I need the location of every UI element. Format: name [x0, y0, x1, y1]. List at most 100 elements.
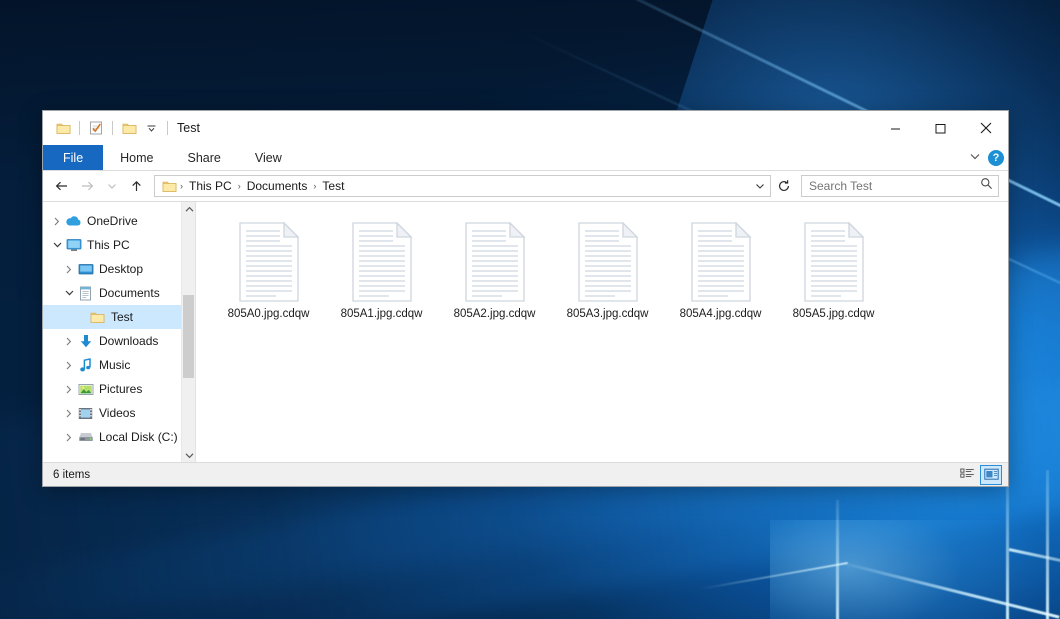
search-box[interactable] — [801, 175, 999, 197]
tab-file[interactable]: File — [43, 145, 103, 170]
sidebar-item-local-disk-c[interactable]: Local Disk (C:) — [43, 425, 195, 449]
minimize-button[interactable] — [873, 111, 918, 145]
pictures-icon — [77, 381, 94, 397]
download-icon — [77, 333, 94, 349]
file-name: 805A3.jpg.cdqw — [567, 308, 649, 320]
tab-share[interactable]: Share — [171, 145, 238, 170]
list-item[interactable]: 805A5.jpg.cdqw — [777, 218, 890, 326]
folder-icon — [89, 309, 106, 325]
scroll-down-arrow-icon[interactable] — [182, 448, 196, 462]
chevron-right-icon[interactable] — [61, 401, 77, 425]
details-view-button[interactable] — [956, 465, 978, 485]
navigation-pane: OneDrive This PC — [43, 202, 195, 462]
breadcrumb-folder-icon[interactable] — [159, 180, 179, 193]
chevron-down-icon[interactable] — [61, 281, 77, 305]
monitor-icon — [65, 237, 82, 253]
new-folder-icon[interactable] — [118, 117, 140, 139]
breadcrumb: › This PC › Documents › Test — [159, 179, 750, 193]
sidebar-item-this-pc[interactable]: This PC — [43, 233, 195, 257]
properties-icon[interactable] — [85, 117, 107, 139]
chevron-right-icon[interactable] — [61, 257, 77, 281]
document-icon — [802, 222, 866, 302]
list-item[interactable]: 805A3.jpg.cdqw — [551, 218, 664, 326]
breadcrumb-this-pc[interactable]: This PC — [184, 179, 237, 193]
file-name: 805A1.jpg.cdqw — [341, 308, 423, 320]
sidebar-item-label: Pictures — [99, 382, 142, 396]
tab-view[interactable]: View — [238, 145, 299, 170]
expand-ribbon-chevron-down-icon[interactable] — [968, 149, 982, 168]
sidebar-item-desktop[interactable]: Desktop — [43, 257, 195, 281]
qat-divider-2 — [112, 121, 113, 135]
item-count-label: 6 items — [53, 469, 90, 481]
sidebar-item-label: This PC — [87, 238, 130, 252]
window-title: Test — [177, 121, 200, 135]
navigation-scrollbar[interactable] — [181, 202, 195, 462]
recent-locations-chevron-down-icon[interactable] — [99, 174, 124, 198]
view-mode-buttons — [956, 465, 1002, 485]
sidebar-item-label: Videos — [99, 406, 135, 420]
scrollbar-thumb[interactable] — [183, 295, 194, 379]
sidebar-item-pictures[interactable]: Pictures — [43, 377, 195, 401]
chevron-right-icon[interactable] — [49, 209, 65, 233]
navigation-tree: OneDrive This PC — [43, 202, 195, 462]
search-input[interactable] — [809, 179, 980, 193]
search-icon[interactable] — [980, 177, 993, 195]
documents-icon — [77, 285, 94, 301]
help-icon[interactable]: ? — [988, 150, 1004, 166]
videos-icon — [77, 405, 94, 421]
file-name: 805A2.jpg.cdqw — [454, 308, 536, 320]
desktop-icon — [77, 261, 94, 277]
cloud-icon — [65, 213, 82, 229]
sidebar-item-downloads[interactable]: Downloads — [43, 329, 195, 353]
sidebar-item-music[interactable]: Music — [43, 353, 195, 377]
list-item[interactable]: 805A4.jpg.cdqw — [664, 218, 777, 326]
folder-icon[interactable] — [52, 117, 74, 139]
address-dropdown-chevron-down-icon[interactable] — [750, 176, 770, 196]
back-button[interactable] — [49, 174, 74, 198]
explorer-body: OneDrive This PC — [43, 201, 1008, 462]
title-bar: Test — [43, 111, 1008, 145]
close-button[interactable] — [963, 111, 1008, 145]
refresh-icon[interactable] — [771, 174, 796, 198]
window-controls — [873, 111, 1008, 145]
sidebar-item-label: Documents — [99, 286, 160, 300]
quick-access-toolbar — [43, 117, 173, 139]
maximize-button[interactable] — [918, 111, 963, 145]
list-item[interactable]: 805A1.jpg.cdqw — [325, 218, 438, 326]
sidebar-item-documents[interactable]: Documents — [43, 281, 195, 305]
status-bar: 6 items — [43, 462, 1008, 486]
scroll-up-arrow-icon[interactable] — [182, 202, 196, 216]
document-icon — [689, 222, 753, 302]
document-icon — [463, 222, 527, 302]
large-icons-view-button[interactable] — [980, 465, 1002, 485]
sidebar-item-videos[interactable]: Videos — [43, 401, 195, 425]
chevron-down-icon[interactable] — [140, 117, 162, 139]
sidebar-item-test[interactable]: Test — [43, 305, 195, 329]
chevron-right-icon[interactable] — [61, 377, 77, 401]
chevron-down-icon[interactable] — [49, 233, 65, 257]
list-item[interactable]: 805A2.jpg.cdqw — [438, 218, 551, 326]
sidebar-item-onedrive[interactable]: OneDrive — [43, 209, 195, 233]
file-explorer-window: Test File Home Share View — [42, 110, 1009, 487]
wallpaper-logo-beam-v3 — [1046, 470, 1049, 619]
forward-button[interactable] — [74, 174, 99, 198]
chevron-right-icon[interactable] — [61, 425, 77, 449]
list-item[interactable]: 805A0.jpg.cdqw — [212, 218, 325, 326]
breadcrumb-bar[interactable]: › This PC › Documents › Test — [154, 175, 771, 197]
qat-divider-3 — [167, 121, 168, 135]
chevron-right-icon[interactable] — [61, 329, 77, 353]
document-icon — [237, 222, 301, 302]
breadcrumb-test[interactable]: Test — [317, 179, 349, 193]
sidebar-item-label: Music — [99, 358, 130, 372]
breadcrumb-documents[interactable]: Documents — [242, 179, 313, 193]
file-name: 805A5.jpg.cdqw — [793, 308, 875, 320]
disk-icon — [77, 429, 94, 445]
up-button[interactable] — [124, 174, 149, 198]
sidebar-item-label: Desktop — [99, 262, 143, 276]
tab-home[interactable]: Home — [103, 145, 170, 170]
chevron-right-icon[interactable] — [61, 353, 77, 377]
scrollbar-track[interactable] — [182, 216, 195, 448]
desktop-wallpaper: Test File Home Share View — [0, 0, 1060, 619]
sidebar-item-label: OneDrive — [87, 214, 138, 228]
file-list-pane[interactable]: 805A0.jpg.cdqw 805A1.jpg.cdq — [196, 202, 1008, 462]
